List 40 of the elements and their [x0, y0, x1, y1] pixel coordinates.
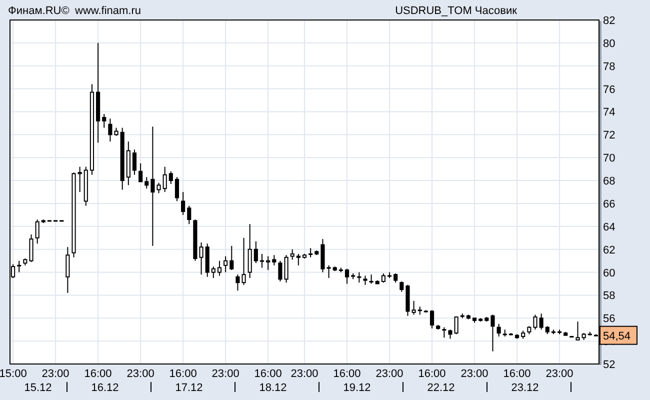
axis-label: 58 [603, 290, 616, 302]
axis-label: 23:00 [126, 368, 154, 380]
axis-label: 23:00 [546, 368, 574, 380]
axis-label: 16:00 [169, 368, 197, 380]
date-label: 23.12 [511, 382, 539, 394]
axis-label: 72 [603, 130, 616, 142]
axis-label: 62 [603, 244, 616, 256]
date-label: 19.12 [343, 382, 371, 394]
axis-label: 15:00 [0, 368, 27, 380]
axis-label: 16:00 [503, 368, 531, 380]
axis-label: 66 [603, 198, 616, 210]
axis-label: 23:00 [460, 368, 488, 380]
date-label: 15.12 [24, 382, 52, 394]
date-label: 18.12 [259, 382, 287, 394]
axis-label: 74 [603, 106, 616, 119]
axis-label: 78 [603, 60, 616, 73]
brand-label: Финам.RU© [8, 5, 70, 17]
axis-label: 82 [603, 15, 616, 27]
axis-label: 16:00 [254, 368, 282, 380]
axis-label: 80 [603, 38, 616, 50]
axis-label: 23:00 [290, 368, 318, 380]
axis-label: 16:00 [84, 368, 112, 380]
axis-label: 64 [603, 221, 616, 234]
axis-label: 76 [603, 84, 616, 96]
axis-label: 60 [603, 267, 616, 280]
axis-label: 56 [603, 313, 616, 326]
axis-label: 70 [603, 152, 616, 165]
axis-label: 23:00 [212, 368, 240, 380]
axis-label: 23:00 [42, 368, 70, 380]
date-label: 22.12 [427, 382, 455, 394]
price-tag: 54,54 [600, 326, 638, 345]
date-label: 17.12 [175, 382, 203, 394]
date-label: 16.12 [91, 382, 119, 394]
site-link[interactable]: www.finam.ru [75, 5, 142, 17]
axis-label: 68 [603, 176, 616, 188]
chart-title: USDRUB_TOM Часовик [395, 5, 517, 17]
axis-label: 16:00 [333, 368, 361, 380]
axis-label: 16:00 [418, 368, 446, 380]
axis-label: 23:00 [376, 368, 404, 380]
axis-label: 52 [603, 359, 616, 371]
